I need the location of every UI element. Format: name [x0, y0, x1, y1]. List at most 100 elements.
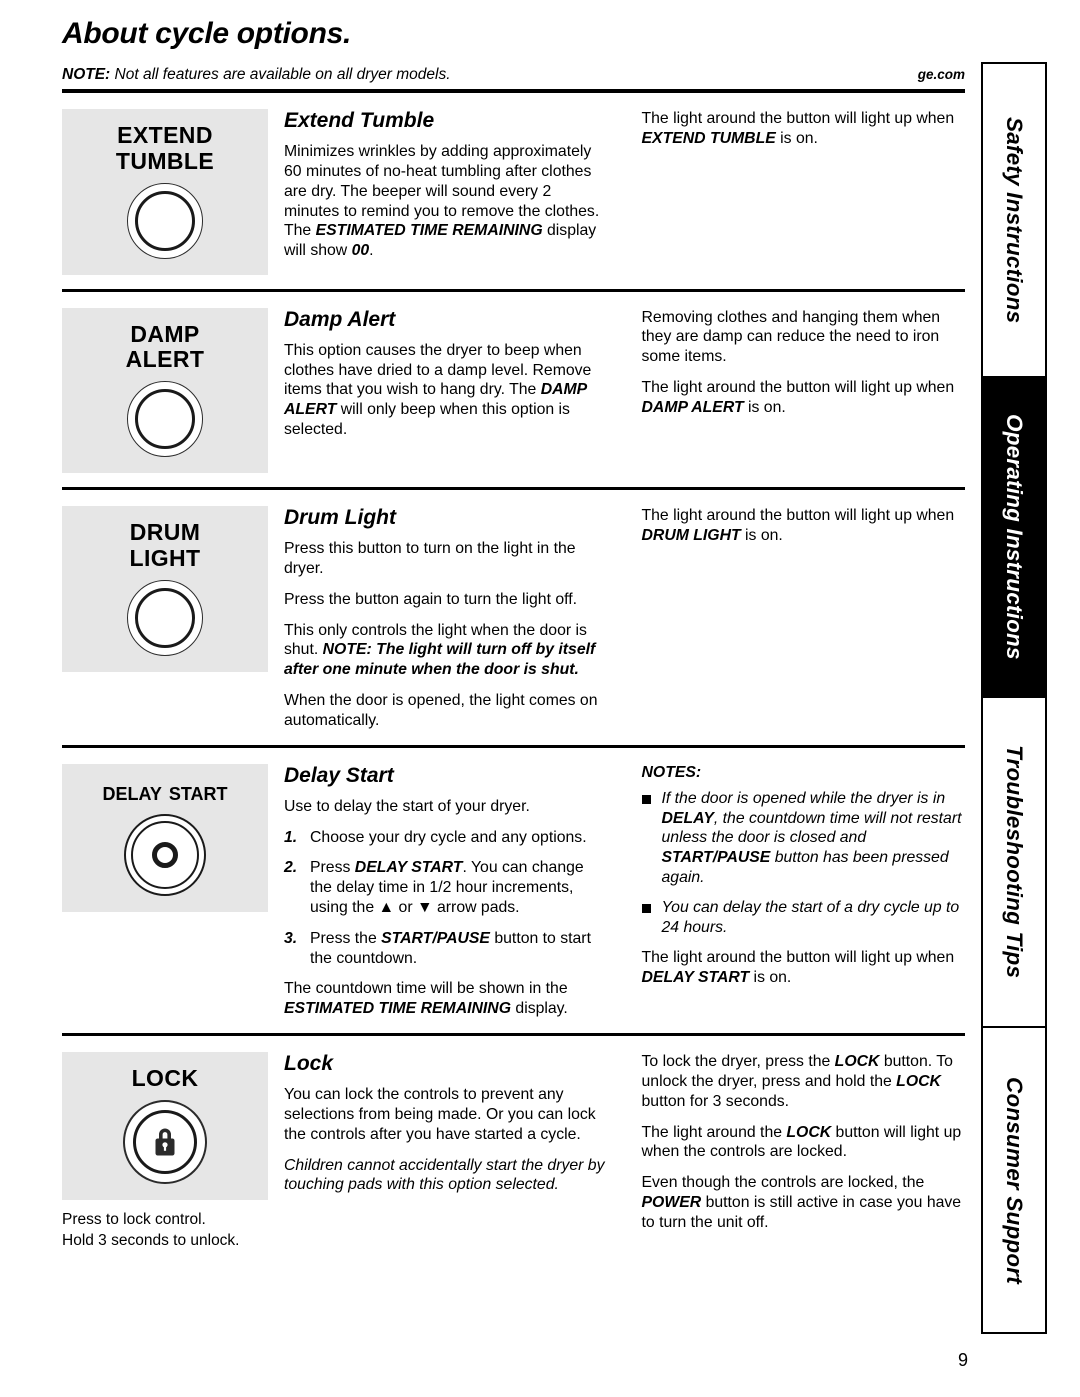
panel-column: EXTEND TUMBLE [62, 109, 284, 275]
tab-troubleshooting-tips[interactable]: Troubleshooting Tips [981, 698, 1047, 1028]
ring-button-inner [135, 587, 195, 648]
right-text-column: The light around the button will light u… [634, 109, 966, 149]
tab-label: Operating Instructions [1002, 414, 1027, 660]
list-item: 3. Press the START/PAUSE button to start … [284, 929, 608, 969]
left-text-column: Drum Light Press this button to turn on … [284, 506, 634, 731]
right-text-column: Removing clothes and hanging them when t… [634, 308, 966, 418]
body-paragraph: This option causes the dryer to beep whe… [284, 341, 592, 438]
section-lock: LOCK Press to lock control. Hold 3 secon… [62, 1033, 965, 1266]
body-paragraph: Press this button to turn on the light i… [284, 540, 576, 577]
note-label: NOTE: [62, 65, 111, 83]
padlock-button-icon [123, 1099, 207, 1184]
step-text: Press DELAY START. You can change the de… [310, 859, 584, 917]
section-heading: Drum Light [284, 506, 396, 530]
note-body: Not all features are available on all dr… [110, 65, 451, 83]
panel-column: DAMP ALERT [62, 307, 284, 474]
section-heading: Delay Start [284, 763, 394, 787]
section-heading: Lock [284, 1052, 334, 1076]
power-ring-center [152, 841, 178, 868]
text-columns: Damp Alert This option causes the dryer … [284, 308, 965, 440]
body-paragraph: Even though the controls are locked, the… [641, 1174, 962, 1231]
tab-operating-instructions[interactable]: Operating Instructions [981, 378, 1047, 698]
body-paragraph: Use to delay the start of your dryer. [284, 797, 530, 815]
right-text-column: NOTES: If the door is opened while the d… [634, 764, 966, 988]
damp-alert-button-label: DAMP ALERT [125, 320, 205, 373]
lock-button-label: LOCK [131, 1065, 199, 1092]
power-ring-button-icon [124, 813, 206, 896]
lock-panel-caption: Press to lock control. Hold 3 seconds to… [62, 1210, 240, 1249]
step-number: 2. [284, 859, 298, 877]
header-note: NOTE: Not all features are available on … [62, 66, 451, 85]
body-paragraph: When the door is opened, the light comes… [284, 692, 598, 729]
text-columns: Lock You can lock the controls to preven… [284, 1052, 965, 1233]
power-ring-inner [131, 820, 199, 889]
body-paragraph: The light around the button will light u… [641, 949, 955, 987]
right-text-column: To lock the dryer, press the LOCK button… [634, 1052, 966, 1233]
tab-consumer-support[interactable]: Consumer Support [981, 1028, 1047, 1334]
left-text-column: Lock You can lock the controls to preven… [284, 1052, 634, 1195]
section-heading: Damp Alert [284, 307, 396, 331]
tab-safety-instructions[interactable]: Safety Instructions [981, 62, 1047, 378]
body-paragraph: Press the button again to turn the light… [284, 590, 578, 608]
manual-page: About cycle options. NOTE: Not all featu… [0, 0, 1080, 1397]
down-arrow-icon: ▼ [416, 899, 433, 917]
delay-start-button-panel[interactable]: Delay Start [62, 763, 268, 912]
step-text: Choose your dry cycle and any options. [310, 828, 587, 846]
page-content: About cycle options. NOTE: Not all featu… [62, 18, 965, 1266]
extend-tumble-button-panel[interactable]: EXTEND TUMBLE [62, 109, 268, 275]
section-delay-start: Delay Start Delay Start Use to delay the… [62, 744, 965, 1033]
drum-light-button-label: DRUM LIGHT [129, 519, 201, 571]
right-text-column: The light around the button will light u… [634, 506, 966, 546]
panel-column: DRUM LIGHT [62, 506, 284, 672]
step-number: 1. [284, 828, 298, 846]
section-tab-rail: Safety Instructions Operating Instructio… [981, 62, 1047, 1334]
delay-start-button-label: Delay Start [102, 777, 228, 806]
panel-column: LOCK Press to lock control. Hold 3 secon… [62, 1052, 284, 1252]
body-paragraph: Removing clothes and hanging them when t… [641, 308, 941, 366]
ge-website: ge.com [917, 66, 965, 82]
padlock-ring-inner [133, 1109, 197, 1174]
tab-label: Troubleshooting Tips [1002, 745, 1027, 979]
lock-button-panel[interactable]: LOCK [62, 1052, 268, 1200]
text-columns: Delay Start Use to delay the start of yo… [284, 764, 965, 1019]
section-damp-alert: DAMP ALERT Damp Alert This option causes… [62, 288, 965, 488]
step-text: Press the START/PAUSE button to start th… [310, 929, 591, 967]
ring-button-icon [127, 381, 203, 458]
notes-title: NOTES: [641, 763, 702, 781]
body-paragraph: You can lock the controls to prevent any… [284, 1086, 596, 1143]
damp-alert-button-panel[interactable]: DAMP ALERT [62, 307, 268, 474]
body-paragraph: This only controls the light when the do… [284, 621, 596, 679]
ring-button-inner [135, 389, 195, 450]
panel-column: Delay Start [62, 763, 284, 912]
lock-icon [155, 1128, 175, 1156]
ring-button-inner [135, 190, 195, 251]
text-columns: Extend Tumble Minimizes wrinkles by addi… [284, 109, 965, 261]
header-note-bar: NOTE: Not all features are available on … [62, 66, 965, 94]
page-number: 9 [957, 1350, 968, 1370]
list-item: 2. Press DELAY START. You can change the … [284, 858, 608, 917]
tab-label: Safety Instructions [1002, 116, 1027, 324]
body-paragraph: Minimizes wrinkles by adding approximate… [284, 143, 600, 260]
body-paragraph: The light around the button will light u… [641, 379, 955, 416]
body-paragraph: The light around the button will light u… [641, 110, 955, 147]
page-title: About cycle options. [62, 17, 352, 50]
ring-button-icon [127, 182, 203, 259]
list-item: If the door is opened while the dryer is… [641, 789, 966, 888]
ring-button-icon [127, 579, 203, 656]
section-extend-tumble: EXTEND TUMBLE Extend Tumble Minimizes wr… [62, 93, 965, 289]
section-drum-light: DRUM LIGHT Drum Light Press this button … [62, 487, 965, 745]
drum-light-button-panel[interactable]: DRUM LIGHT [62, 506, 268, 672]
list-item: 1. Choose your dry cycle and any options. [284, 828, 608, 848]
extend-tumble-button-label: EXTEND TUMBLE [115, 122, 215, 174]
section-heading: Extend Tumble [284, 109, 435, 133]
text-columns: Drum Light Press this button to turn on … [284, 506, 965, 731]
body-paragraph: To lock the dryer, press the LOCK button… [641, 1053, 953, 1110]
up-arrow-icon: ▲ [378, 899, 395, 917]
left-text-column: Delay Start Use to delay the start of yo… [284, 764, 634, 1019]
step-number: 3. [284, 929, 298, 947]
body-paragraph: The light around the LOCK button will li… [641, 1123, 962, 1161]
left-text-column: Extend Tumble Minimizes wrinkles by addi… [284, 109, 634, 261]
body-paragraph: The light around the button will light u… [641, 507, 955, 544]
delay-start-notes: If the door is opened while the dryer is… [641, 789, 966, 938]
left-text-column: Damp Alert This option causes the dryer … [284, 308, 634, 440]
